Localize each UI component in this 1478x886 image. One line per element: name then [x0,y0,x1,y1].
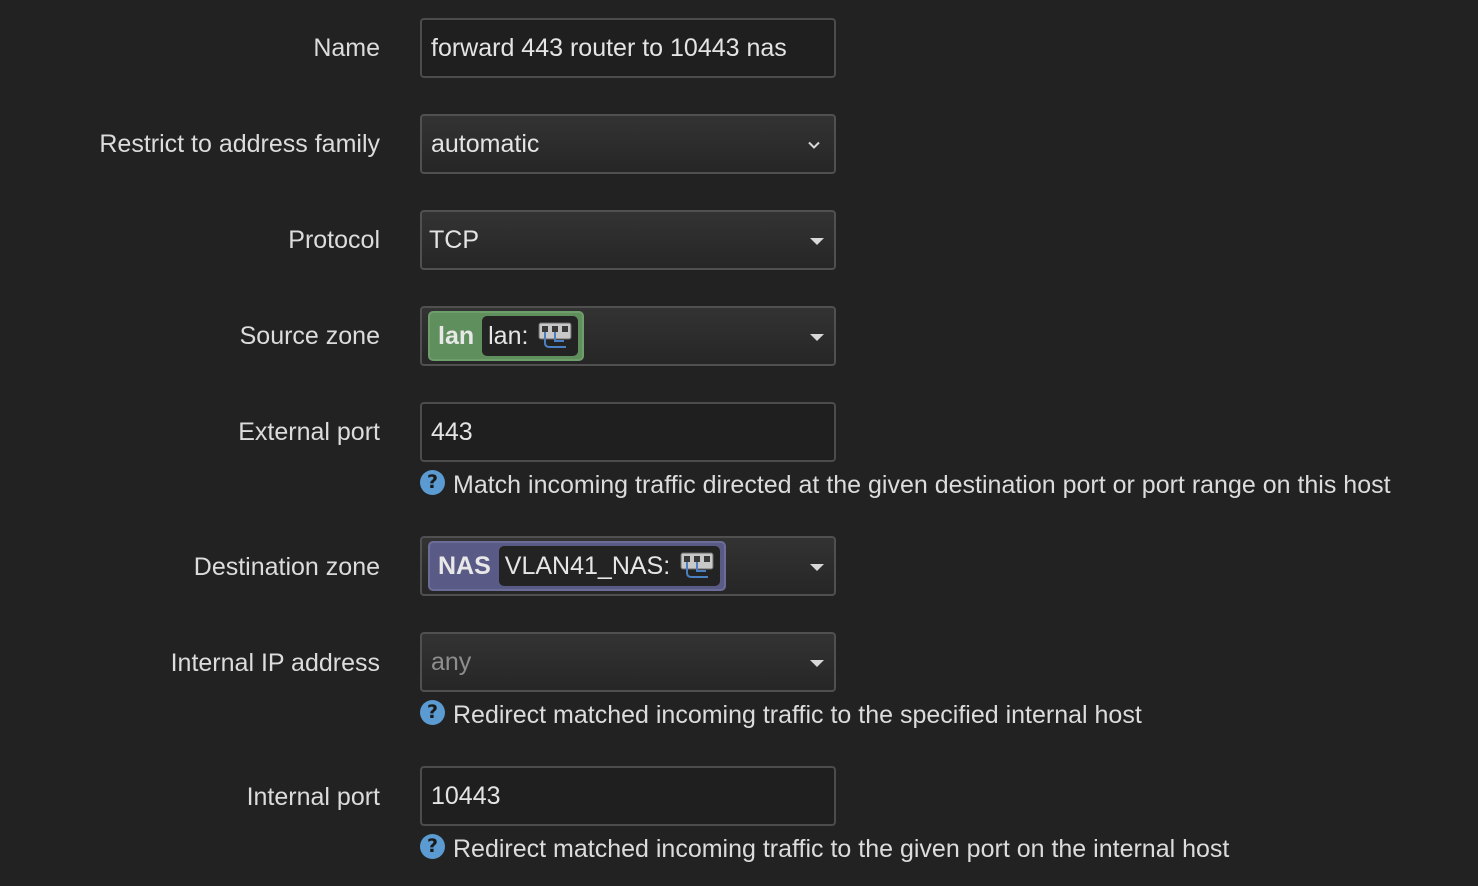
caret-down-icon [810,334,824,341]
internal-port-help-text: Redirect matched incoming traffic to the… [453,835,1230,863]
name-label: Name [313,34,380,62]
protocol-dropdown[interactable]: TCP [420,210,836,270]
source-zone-label: Source zone [239,322,380,350]
zone-name: NAS [438,551,491,580]
dest-zone-label: Destination zone [193,553,380,581]
zone-badge-nas: NAS VLAN41_NAS: [428,541,727,591]
external-port-input[interactable]: 443 [420,402,836,462]
protocol-label: Protocol [288,226,380,254]
internal-ip-help: ? Redirect matched incoming traffic to t… [420,699,1142,730]
caret-down-icon [810,564,824,571]
caret-down-icon [810,238,824,245]
external-port-value: 443 [431,417,473,446]
internal-port-help: ? Redirect matched incoming traffic to t… [420,833,1230,864]
family-value: automatic [431,129,540,158]
zone-badge-lan: lan lan: [428,311,585,361]
caret-down-icon [810,660,824,667]
chevron-down-icon [808,141,820,149]
internal-ip-label: Internal IP address [170,649,380,677]
internal-port-input[interactable]: 10443 [420,766,836,826]
zone-network: lan: [482,316,579,356]
zone-network-label: lan: [488,321,529,350]
network-port-icon [538,322,572,348]
internal-port-value: 10443 [431,781,501,810]
help-icon[interactable]: ? [420,699,445,725]
internal-port-label: Internal port [246,783,380,811]
internal-ip-placeholder: any [431,647,472,676]
internal-ip-dropdown[interactable]: any [420,632,836,692]
family-label: Restrict to address family [99,130,380,158]
internal-ip-help-text: Redirect matched incoming traffic to the… [453,701,1142,729]
family-select[interactable]: automatic [420,114,836,174]
help-icon[interactable]: ? [420,469,445,495]
protocol-value: TCP [429,225,479,254]
name-input[interactable]: forward 443 router to 10443 nas [420,18,836,78]
zone-name: lan [438,321,475,350]
name-value: forward 443 router to 10443 nas [431,33,787,62]
help-icon[interactable]: ? [420,833,445,859]
source-zone-dropdown[interactable]: lan lan: [420,306,836,366]
zone-network-label: VLAN41_NAS: [504,551,671,580]
external-port-help-text: Match incoming traffic directed at the g… [453,471,1391,499]
external-port-label: External port [238,418,380,446]
dest-zone-dropdown[interactable]: NAS VLAN41_NAS: [420,536,836,596]
external-port-help: ? Match incoming traffic directed at the… [420,469,1391,500]
zone-network: VLAN41_NAS: [498,546,721,586]
network-port-icon [680,552,714,578]
